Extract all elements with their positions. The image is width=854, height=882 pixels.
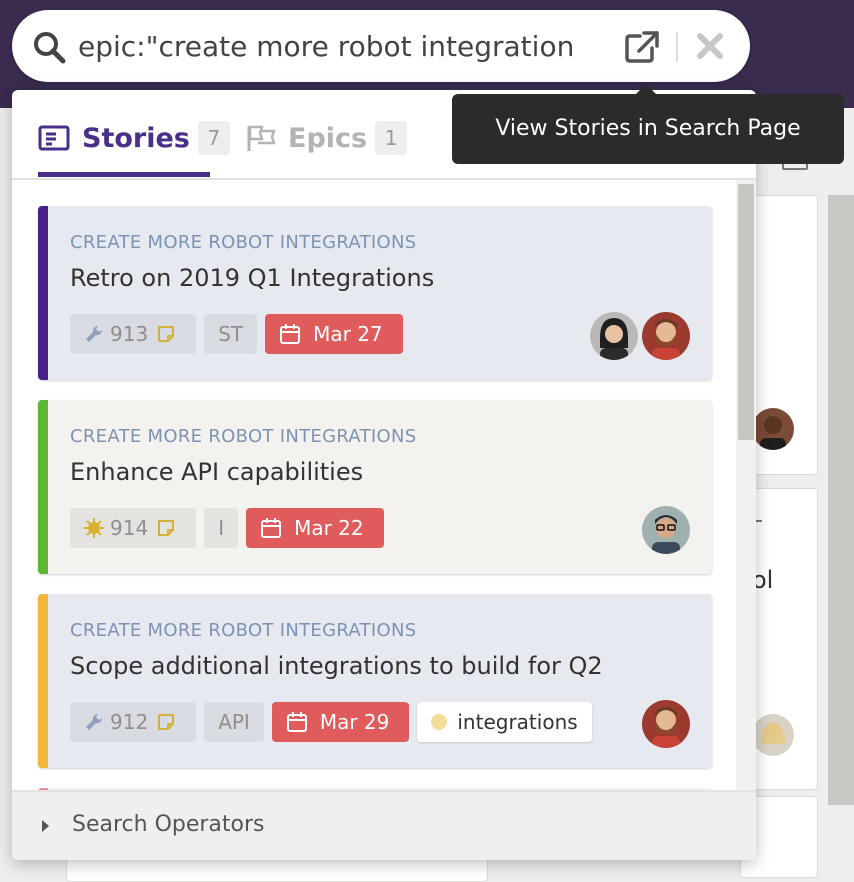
search-operators-toggle[interactable]: Search Operators: [12, 790, 756, 860]
label-chip[interactable]: integrations: [417, 702, 592, 742]
story-id: 914: [110, 516, 149, 540]
flags-icon: [247, 125, 276, 151]
scrollbar-thumb[interactable]: [738, 184, 754, 440]
label-name: integrations: [457, 710, 578, 734]
background-scrollbar: [828, 195, 854, 805]
note-icon: [158, 326, 175, 342]
due-date: Mar 22: [294, 516, 364, 540]
story-epic-name: CREATE MORE ROBOT INTEGRATIONS: [70, 232, 417, 253]
story-state-accent: [38, 400, 48, 574]
feature-icon: [84, 518, 104, 538]
note-icon: [158, 520, 175, 536]
story-badges: 912 API Mar 29 integrations: [70, 702, 592, 742]
story-card[interactable]: CREATE MORE ROBOT INTEGRATIONS Retro on …: [38, 206, 712, 380]
story-type-badge: I: [204, 508, 239, 548]
tab-label: Stories: [82, 122, 190, 154]
search-icon: [34, 32, 66, 64]
story-card[interactable]: CREATE MORE ROBOT INTEGRATIONS Scope add…: [38, 594, 712, 768]
search-results-panel: Stories 7 Epics 1 CREATE MORE ROBOT INTE…: [12, 90, 756, 860]
search-input[interactable]: [78, 26, 618, 66]
story-epic-name: CREATE MORE ROBOT INTEGRATIONS: [70, 620, 417, 641]
search-divider: [676, 32, 678, 62]
due-date: Mar 27: [313, 322, 383, 346]
calendar-icon: [261, 518, 282, 538]
search-bar: [12, 10, 750, 82]
story-title: Scope additional integrations to build f…: [70, 652, 603, 680]
tooltip-arrow: [636, 84, 656, 94]
wrench-icon: [86, 713, 103, 730]
story-card[interactable]: CREATE MORE ROBOT INTEGRATIONS Enhance A…: [38, 400, 712, 574]
external-link-icon[interactable]: [624, 30, 660, 64]
story-id: 913: [110, 322, 149, 346]
background-avatar: [752, 714, 794, 756]
story-id-badge: 912: [70, 702, 197, 742]
background-avatar: [752, 408, 794, 450]
story-results-list: CREATE MORE ROBOT INTEGRATIONS Retro on …: [12, 180, 756, 790]
note-icon: [158, 714, 175, 730]
tab-label: Epics: [288, 122, 368, 154]
story-type-badge: API: [204, 702, 264, 742]
tab-count: 7: [197, 121, 230, 155]
story-badges: 914 I Mar 22: [70, 508, 384, 548]
calendar-icon: [286, 712, 307, 732]
tab-stories[interactable]: Stories 7: [38, 118, 230, 158]
story-state-accent: [38, 206, 48, 380]
story-title: Retro on 2019 Q1 Integrations: [70, 264, 435, 292]
avatar[interactable]: [590, 312, 638, 360]
story-state-accent: [38, 594, 48, 768]
due-date: Mar 29: [319, 710, 390, 734]
due-date-badge: Mar 29: [271, 702, 410, 742]
caret-right-icon: [42, 820, 49, 832]
due-date-badge: Mar 22: [246, 508, 384, 548]
story-epic-name: CREATE MORE ROBOT INTEGRATIONS: [70, 426, 417, 447]
external-link-tooltip: View Stories in Search Page: [452, 94, 844, 164]
tab-epics[interactable]: Epics 1: [246, 118, 408, 158]
search-operators-label: Search Operators: [72, 812, 265, 837]
story-id-badge: 913: [70, 314, 197, 354]
story-type-badge: ST: [204, 314, 258, 354]
due-date-badge: Mar 27: [265, 314, 403, 354]
calendar-icon: [280, 324, 301, 344]
story-id-badge: 914: [70, 508, 197, 548]
active-tab-indicator: [38, 172, 210, 177]
story-title: Enhance API capabilities: [70, 458, 364, 486]
label-color-dot: [431, 714, 448, 730]
story-list-icon: [38, 125, 70, 151]
wrench-icon: [86, 325, 103, 342]
avatar[interactable]: [642, 506, 690, 554]
story-id: 912: [110, 710, 149, 734]
tab-count: 1: [375, 121, 408, 155]
avatar[interactable]: [642, 700, 690, 748]
story-badges: 913 ST Mar 27: [70, 314, 403, 354]
avatar[interactable]: [642, 312, 690, 360]
close-icon[interactable]: [696, 32, 724, 60]
